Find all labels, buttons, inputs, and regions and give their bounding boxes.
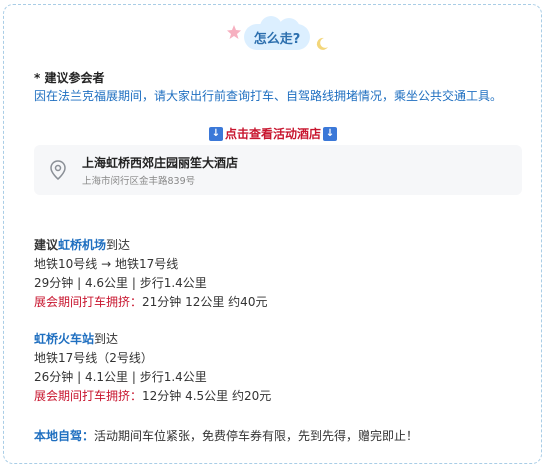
- note-heading: * 建议参会者: [34, 71, 105, 85]
- airport-stats: 29分钟 | 4.6公里 | 步行1.4公里: [34, 276, 207, 290]
- taxi-info: 12分钟 4.5公里 约20元: [142, 389, 272, 403]
- drive-info: 活动期间车位紧张，免费停车券有限，先到先得，赠完即止！: [94, 429, 419, 443]
- drive-note: 本地自驾：活动期间车位紧张，免费停车券有限，先到先得，赠完即止！: [34, 427, 418, 444]
- arrow-down-icon: ↓: [323, 126, 338, 141]
- note-body: 因在法兰克福展期间，请大家出行前查询打车、自驾路线拥堵情况，乘坐公共交通工具。: [34, 89, 503, 103]
- train-stats: 26分钟 | 4.1公里 | 步行1.4公里: [34, 370, 207, 384]
- drive-label: 本地自驾：: [34, 429, 95, 443]
- star-icon: [227, 25, 241, 39]
- view-hotel-label: 点击查看活动酒店: [225, 127, 322, 141]
- airport-taxi: 展会期间打车拥挤：21分钟 12公里 约40元: [34, 293, 267, 310]
- train-heading: 虹桥火车站到达: [34, 332, 119, 346]
- hotel-address: 上海市闵行区金丰路839号: [82, 176, 196, 187]
- taxi-info: 21分钟 12公里 约40元: [142, 295, 268, 309]
- train-metro: 地铁17号线（2号线）: [34, 351, 153, 365]
- train-station: 虹桥火车站: [34, 332, 95, 346]
- taxi-label: 展会期间打车拥挤：: [34, 295, 143, 309]
- airport-station: 虹桥机场: [58, 238, 107, 252]
- page-title: 怎么走?: [253, 32, 301, 47]
- view-hotel-link[interactable]: ↓ 点击查看活动酒店 ↓: [209, 125, 338, 142]
- taxi-label: 展会期间打车拥挤：: [34, 389, 143, 403]
- location-pin-icon: [50, 160, 66, 180]
- airport-heading: 建议虹桥机场到达: [34, 238, 131, 252]
- train-taxi: 展会期间打车拥挤：12分钟 4.5公里 约20元: [34, 387, 271, 404]
- address-card[interactable]: 上海虹桥西郊庄园丽笙大酒店 上海市闵行区金丰路839号: [34, 145, 522, 195]
- airport-metro: 地铁10号线 → 地铁17号线: [34, 257, 179, 271]
- section-title: 怎么走?: [4, 16, 541, 54]
- info-card: 怎么走? * 建议参会者 因在法兰克福展期间，请大家出行前查询打车、自驾路线拥堵…: [3, 4, 542, 464]
- arrow-down-icon: ↓: [209, 126, 223, 141]
- hotel-name: 上海虹桥西郊庄园丽笙大酒店: [82, 156, 239, 170]
- moon-icon: [316, 37, 328, 50]
